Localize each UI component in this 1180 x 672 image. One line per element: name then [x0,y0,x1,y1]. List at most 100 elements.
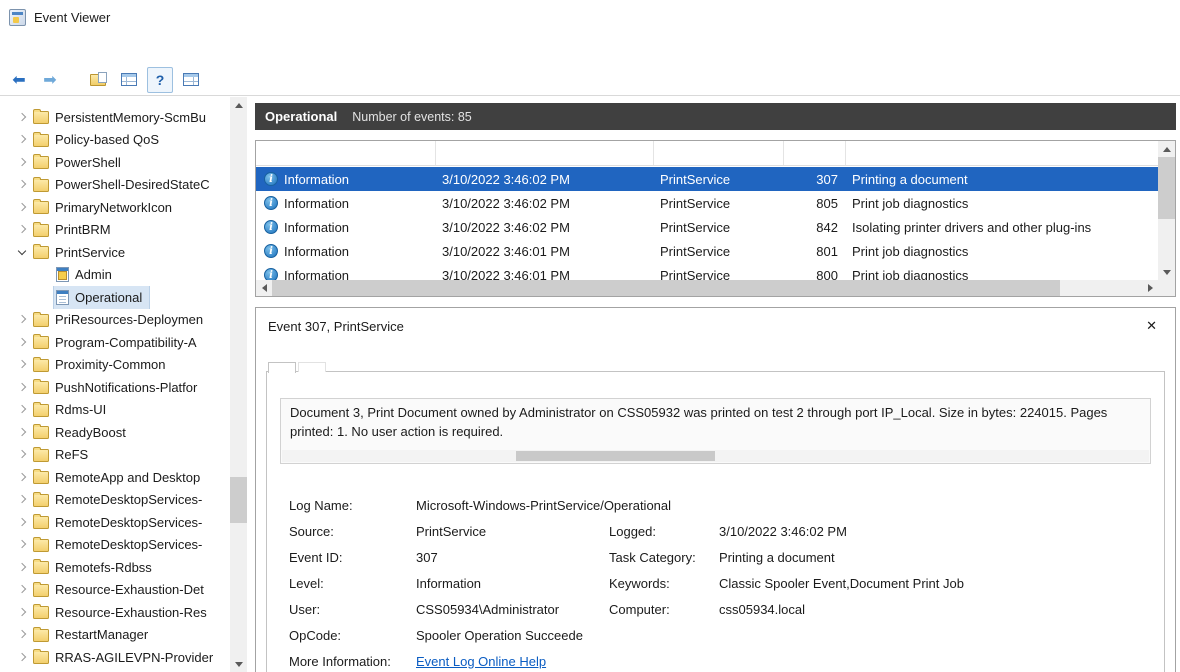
column-header[interactable] [654,141,784,165]
tree-item-icon [33,314,49,327]
chevron-icon[interactable] [14,131,31,148]
event-property-row: Log Name: Microsoft-Windows-PrintService… [289,492,1151,518]
close-icon[interactable]: ✕ [1142,316,1161,336]
menu-item[interactable] [66,43,88,55]
description-scrollbar-thumb[interactable] [516,451,715,461]
event-row[interactable]: Information 3/10/2022 3:46:02 PM PrintSe… [256,215,1158,239]
chevron-icon[interactable] [14,649,31,666]
chevron-icon[interactable] [14,401,31,418]
event-list: Information 3/10/2022 3:46:02 PM PrintSe… [255,140,1176,297]
tree-item[interactable]: Resource-Exhaustion-Res [0,601,230,624]
event-row[interactable]: Information 3/10/2022 3:46:01 PM PrintSe… [256,239,1158,263]
event-list-vertical-scrollbar[interactable] [1158,141,1175,280]
tree-item[interactable]: PersistentMemory-ScmBu [0,106,230,129]
back-toolbar-button[interactable]: ⬅ [6,67,32,93]
tree-item[interactable]: RemoteDesktopServices- [0,511,230,534]
console-tree-toolbar-button[interactable] [116,67,142,93]
tree-item-inner: RemoteDesktopServices- [31,489,209,512]
event-row[interactable]: Information 3/10/2022 3:46:02 PM PrintSe… [256,191,1158,215]
scroll-up-button[interactable] [230,97,247,113]
event-detail-panel: Event 307, PrintService ✕ Document 3, Pr… [255,307,1176,672]
more-information-link[interactable]: Event Log Online Help [416,654,609,669]
chevron-icon[interactable] [14,154,31,171]
chevron-icon[interactable] [14,604,31,621]
chevron-icon[interactable] [14,221,31,238]
tree-item[interactable]: RemoteDesktopServices- [0,489,230,512]
chevron-icon[interactable] [14,311,31,328]
chevron-icon[interactable] [14,626,31,643]
event-list-horizontal-scrollbar[interactable] [256,280,1158,296]
chevron-icon[interactable] [14,424,31,441]
help-toolbar-button[interactable]: ? [147,67,173,93]
tree-item-icon [33,179,49,192]
column-header[interactable] [436,141,654,165]
tree-item[interactable]: PowerShell [0,151,230,174]
menu-item[interactable] [22,43,44,55]
tree-item[interactable]: RemoteDesktopServices- [0,534,230,557]
log-tree-item[interactable]: Operational [0,286,230,309]
chevron-icon[interactable] [14,334,31,351]
vertical-scrollbar-thumb[interactable] [1158,157,1175,219]
scroll-down-button[interactable] [230,656,247,672]
tree-scrollbar-thumb[interactable] [230,477,247,523]
tree-item[interactable]: PrintBRM [0,219,230,242]
menu-item[interactable] [0,43,22,55]
event-source: PrintService [654,268,784,281]
chevron-icon[interactable] [14,536,31,553]
tree-item[interactable]: ReFS [0,444,230,467]
scroll-left-button[interactable] [256,280,272,296]
tree-scrollbar[interactable] [230,97,247,672]
tree-item[interactable] [0,669,230,672]
tree-item[interactable]: RemoteApp and Desktop [0,466,230,489]
chevron-icon[interactable] [14,244,31,261]
column-header[interactable] [256,141,436,165]
open-saved-log-toolbar-button[interactable] [85,67,111,93]
chevron-icon[interactable] [14,356,31,373]
tree-item[interactable]: PrintService [0,241,230,264]
scroll-down-button[interactable] [1158,264,1175,280]
log-admin-tree-item[interactable]: Admin [0,264,230,287]
tree-item[interactable]: Rdms-UI [0,399,230,422]
chevron-icon[interactable] [14,581,31,598]
horizontal-scrollbar-track[interactable] [272,280,1142,296]
tree-item[interactable]: Proximity-Common [0,354,230,377]
tab[interactable] [298,362,326,372]
tree-item[interactable]: PriResources-Deploymen [0,309,230,332]
chevron-icon[interactable] [14,514,31,531]
column-header[interactable] [846,141,1158,165]
horizontal-scrollbar-thumb[interactable] [272,280,1060,296]
tree-item[interactable]: RestartManager [0,624,230,647]
event-description-box[interactable]: Document 3, Print Document owned by Admi… [280,398,1151,464]
event-row[interactable]: Information 3/10/2022 3:46:02 PM PrintSe… [256,167,1158,191]
tree-item[interactable]: PushNotifications-Platfor [0,376,230,399]
chevron-icon[interactable] [14,469,31,486]
tree-item[interactable]: RRAS-AGILEVPN-Provider [0,646,230,669]
action-pane-toolbar-button[interactable] [178,67,204,93]
chevron-icon[interactable] [14,199,31,216]
tree-item[interactable]: Policy-based QoS [0,129,230,152]
scroll-up-button[interactable] [1158,141,1175,157]
scroll-right-button[interactable] [1142,280,1158,296]
chevron-icon[interactable] [14,491,31,508]
chevron-icon[interactable] [14,559,31,576]
property-value: Spooler Operation Succeede [416,628,609,643]
chevron-icon[interactable] [14,379,31,396]
event-level: Information [284,220,349,235]
menu-item[interactable] [44,43,66,55]
tree-item[interactable]: PrimaryNetworkIcon [0,196,230,219]
tree-item-inner [31,669,62,672]
tree-item[interactable]: ReadyBoost [0,421,230,444]
event-row[interactable]: Information 3/10/2022 3:46:01 PM PrintSe… [256,263,1158,280]
forward-toolbar-button[interactable]: ➡ [37,67,63,93]
tree-item[interactable]: PowerShell-DesiredStateC [0,174,230,197]
tree-item[interactable]: Remotefs-Rdbss [0,556,230,579]
tree-item[interactable]: Program-Compatibility-A [0,331,230,354]
chevron-icon[interactable] [14,446,31,463]
chevron-icon[interactable] [14,109,31,126]
tab[interactable] [268,362,296,373]
chevron-icon[interactable] [14,176,31,193]
description-scrollbar[interactable] [282,450,1149,462]
tree-item[interactable]: Resource-Exhaustion-Det [0,579,230,602]
event-datetime: 3/10/2022 3:46:02 PM [436,196,654,211]
column-header[interactable] [784,141,846,165]
